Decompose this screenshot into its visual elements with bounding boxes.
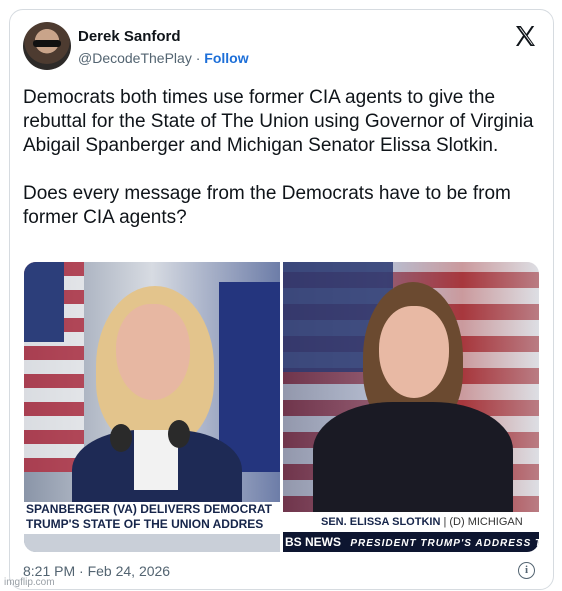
avatar[interactable]: [23, 22, 71, 70]
left-chyron-line2: TRUMP'S STATE OF THE UNION ADDRES: [26, 517, 264, 531]
left-chyron-line1: SPANBERGER (VA) DELIVERS DEMOCRAT: [26, 502, 273, 516]
ticker-text: PRESIDENT TRUMP'S ADDRESS TO CO: [350, 538, 539, 549]
info-icon[interactable]: i: [518, 562, 535, 579]
author-name[interactable]: Derek Sanford: [78, 28, 181, 45]
right-lower-third-name: SEN. ELISSA SLOTKIN: [321, 516, 441, 528]
tweet-media[interactable]: SPANBERGER (VA) DELIVERS DEMOCRAT TRUMP'…: [24, 262, 539, 552]
photo-spanberger[interactable]: SPANBERGER (VA) DELIVERS DEMOCRAT TRUMP'…: [24, 262, 280, 552]
author-handle[interactable]: @DecodeThePlay: [78, 50, 192, 66]
photo-slotkin[interactable]: SEN. ELISSA SLOTKIN | (D) MICHIGAN BS NE…: [283, 262, 539, 552]
follow-button[interactable]: Follow: [204, 50, 248, 66]
left-chyron: SPANBERGER (VA) DELIVERS DEMOCRAT TRUMP'…: [24, 502, 280, 534]
separator: ·: [195, 50, 201, 66]
x-logo-icon[interactable]: [513, 24, 537, 48]
author-handle-line: @DecodeThePlay · Follow: [78, 50, 249, 66]
right-lower-third-party: | (D) MICHIGAN: [443, 516, 523, 528]
right-lower-third: SEN. ELISSA SLOTKIN | (D) MICHIGAN: [283, 512, 539, 532]
network-label: BS NEWS: [285, 535, 342, 549]
right-ticker: BS NEWS PRESIDENT TRUMP'S ADDRESS TO CO: [283, 532, 539, 552]
watermark: imgflip.com: [4, 577, 55, 588]
tweet-text: Democrats both times use former CIA agen…: [23, 87, 534, 228]
